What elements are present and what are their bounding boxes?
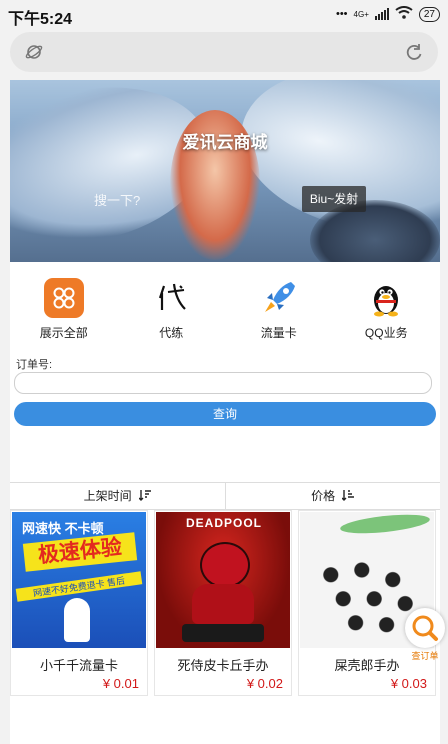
tab-sort-price[interactable]: 价格	[224, 483, 441, 510]
nav-label: 展示全部	[39, 326, 88, 340]
product-price: ¥ 0.02	[246, 676, 283, 691]
browser-address-bar[interactable]	[10, 32, 438, 72]
banner-search-button[interactable]: Biu~发射	[302, 186, 366, 212]
banner-search-input[interactable]: 搜一下?	[94, 190, 140, 209]
page-content: 爱讯云商城 搜一下? Biu~发射 展示全部 代练 流量卡 QQ业务 订单号: …	[10, 80, 440, 744]
banner-title: 爱讯云商城	[182, 133, 268, 152]
query-button[interactable]: 查询	[14, 402, 436, 426]
product-image-text: DEADPOOL	[186, 516, 263, 530]
product-card[interactable]: 屎壳郎手办 ¥ 0.03	[298, 510, 436, 696]
sort-tabs: 上架时间 价格	[10, 482, 440, 510]
figure-body	[192, 584, 254, 624]
calligraphy-icon	[151, 278, 191, 318]
nav-item-all[interactable]: 展示全部	[10, 268, 118, 348]
signal-icon	[374, 8, 389, 20]
product-name: 小千千流量卡	[39, 658, 118, 673]
product-image-text: 网速不好免费退卡 售后	[15, 571, 143, 602]
battery-icon: 27	[418, 6, 440, 22]
product-price: ¥ 0.03	[390, 676, 427, 691]
order-number-label: 订单号:	[16, 359, 53, 371]
tab-label: 上架时间	[83, 489, 132, 503]
rocket-graphic	[64, 598, 90, 642]
nav-label: 流量卡	[260, 326, 297, 340]
more-dots-icon: •••	[335, 8, 348, 20]
hero-banner: 爱讯云商城 搜一下? Biu~发射	[10, 80, 440, 262]
product-image: DEADPOOL	[156, 512, 290, 648]
network-label: 4G+	[353, 9, 369, 19]
product-name: 死侍皮卡丘手办	[177, 658, 269, 673]
nav-label: 代练	[159, 326, 184, 340]
category-nav: 展示全部 代练 流量卡 QQ业务	[10, 268, 440, 348]
sort-asc-icon	[341, 484, 355, 510]
nav-label: QQ业务	[364, 326, 408, 340]
planet-icon[interactable]	[24, 42, 44, 67]
product-image-text: 极速体验	[22, 532, 138, 572]
status-bar: 下午5:24 ••• 4G+ 27	[0, 0, 448, 28]
grid-icon	[43, 278, 84, 318]
product-image: 网速快 不卡顿 极速体验 网速不好免费退卡 售后	[12, 512, 146, 648]
nav-item-data-card[interactable]: 流量卡	[225, 268, 333, 348]
order-number-input[interactable]	[14, 372, 432, 394]
status-icons: ••• 4G+ 27	[336, 6, 440, 22]
rocket-icon	[259, 278, 299, 318]
order-lookup-label: 查订单	[411, 651, 439, 661]
product-card[interactable]: 网速快 不卡顿 极速体验 网速不好免费退卡 售后 小千千流量卡 ¥ 0.01	[10, 510, 148, 696]
figure-base	[182, 624, 264, 642]
product-price: ¥ 0.01	[102, 676, 139, 691]
plant-leaf	[339, 512, 431, 537]
penguin-icon	[366, 278, 406, 318]
status-time: 下午5:24	[8, 11, 73, 28]
product-card[interactable]: DEADPOOL 死侍皮卡丘手办 ¥ 0.02	[154, 510, 292, 696]
product-image-text: 网速快 不卡顿	[22, 521, 104, 536]
sort-desc-icon	[138, 484, 151, 510]
nav-item-boosting[interactable]: 代练	[118, 268, 226, 348]
refresh-icon[interactable]	[404, 42, 424, 67]
tab-sort-time[interactable]: 上架时间	[10, 483, 225, 509]
magnifier-icon	[405, 608, 445, 648]
figure-head	[200, 542, 250, 588]
order-lookup-fab[interactable]: 查订单	[404, 608, 446, 661]
nav-item-qq[interactable]: QQ业务	[333, 268, 441, 348]
tab-label: 价格	[311, 489, 336, 503]
product-grid: 网速快 不卡顿 极速体验 网速不好免费退卡 售后 小千千流量卡 ¥ 0.01 D…	[10, 510, 440, 696]
wifi-icon	[395, 6, 413, 22]
